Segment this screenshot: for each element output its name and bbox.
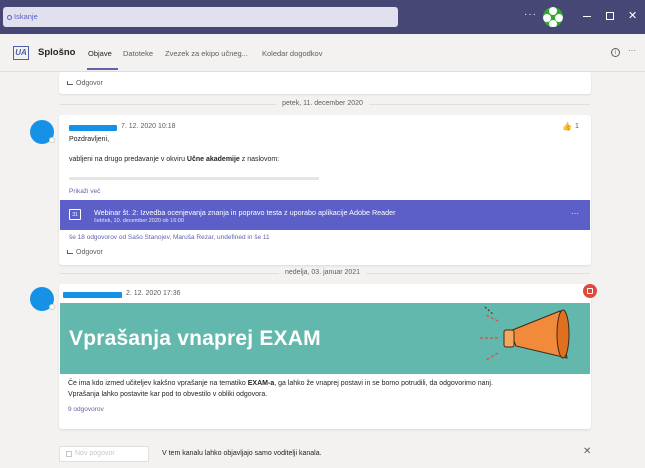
info-icon[interactable]: i [611,48,620,57]
minimize-icon[interactable] [583,16,591,17]
channel-header: UA Splošno Objave Datoteke Zvezek za eki… [0,34,645,72]
search-placeholder: Iskanje [14,12,38,21]
more-options-icon[interactable]: ··· [524,9,537,20]
post-body: Če ima kdo izmed učiteljev kakšno vpraša… [68,380,493,387]
presence-icon [49,137,55,143]
post-body-line2: Vprašanja lahko postavite kar pod to obv… [68,391,268,398]
active-tab-indicator [87,68,118,70]
previous-post-card: Odgovor [59,72,591,94]
title-bar: Iskanje ··· ✕ [0,0,645,34]
event-banner[interactable]: 31 Webinar št. 2: Izvedba ocenjevanja zn… [60,200,590,230]
channel-title: Splošno [38,47,76,58]
compose-icon [66,451,72,457]
reply-icon [67,81,73,85]
new-conversation-button[interactable]: Nov pogovor [59,446,149,462]
reply-button[interactable]: Odgovor [67,80,103,87]
post-body: vabljeni na drugo predavanje v okviru Uč… [69,156,280,163]
post-card: 7. 12. 2020 10:18 👍 1 Pozdravljeni, vabl… [59,115,591,265]
post-timestamp: 2. 12. 2020 17:36 [126,290,181,297]
date-separator: nedelja, 03. januar 2021 [0,269,645,276]
search-icon [7,14,12,20]
replies-link[interactable]: 9 odgovorov [68,406,104,413]
event-title: Webinar št. 2: Izvedba ocenjevanja znanj… [94,208,396,217]
channel-restriction-note: V tem kanalu lahko objavljajo samo vodit… [162,450,322,457]
tab-zvezek[interactable]: Zvezek za ekipo učneg... [165,49,248,58]
calendar-icon: 31 [69,209,81,220]
event-time: četrtek, 10. december 2020 ob 16:00 [94,218,184,224]
redacted-author [63,292,122,298]
reaction-count: 1 [575,123,579,130]
composer-bar: Nov pogovor V tem kanalu lahko objavljaj… [0,438,645,468]
tab-objave[interactable]: Objave [88,49,112,58]
post-timestamp: 7. 12. 2020 10:18 [121,123,176,130]
date-separator: petek, 11. december 2020 [0,100,645,107]
user-avatar[interactable] [543,7,563,27]
presence-icon [49,304,55,310]
team-logo: UA [13,46,29,60]
author-avatar[interactable] [30,120,55,144]
channel-more-icon[interactable]: ··· [628,46,636,55]
faded-text [69,177,319,180]
like-reaction-icon[interactable]: 👍 [562,122,572,131]
see-more-link[interactable]: Prikaži več [69,188,100,195]
announcement-image: Vprašanja vnaprej EXAM [60,303,590,374]
reply-button[interactable]: Odgovor [67,249,103,256]
reply-icon [67,250,73,254]
replies-summary-link[interactable]: še 18 odgovorov od Sašo Stanojev, Maruša… [69,234,270,241]
post-greeting: Pozdravljeni, [69,136,110,143]
event-more-icon[interactable]: ··· [571,209,579,218]
search-input[interactable]: Iskanje [3,7,398,27]
megaphone-icon [480,306,570,361]
announcement-icon [583,284,597,298]
tab-datoteke[interactable]: Datoteke [123,49,153,58]
author-avatar[interactable] [30,287,55,311]
maximize-icon[interactable] [606,12,614,20]
tab-koledar-dogodkov[interactable]: Koledar dogodkov [262,49,322,58]
redacted-author [69,125,117,131]
close-window-icon[interactable]: ✕ [628,9,637,22]
close-icon[interactable]: ✕ [583,446,591,457]
